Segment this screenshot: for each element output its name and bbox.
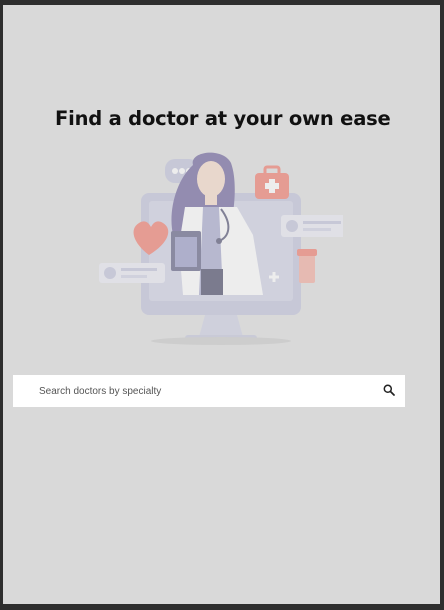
doctor-illustration — [99, 152, 343, 345]
search-bar[interactable] — [13, 375, 405, 407]
page-title: Find a doctor at your own ease — [55, 107, 391, 130]
search-input[interactable] — [39, 381, 359, 401]
app-screen: Find a doctor at your own ease — [3, 5, 440, 604]
search-icon[interactable] — [383, 384, 395, 396]
